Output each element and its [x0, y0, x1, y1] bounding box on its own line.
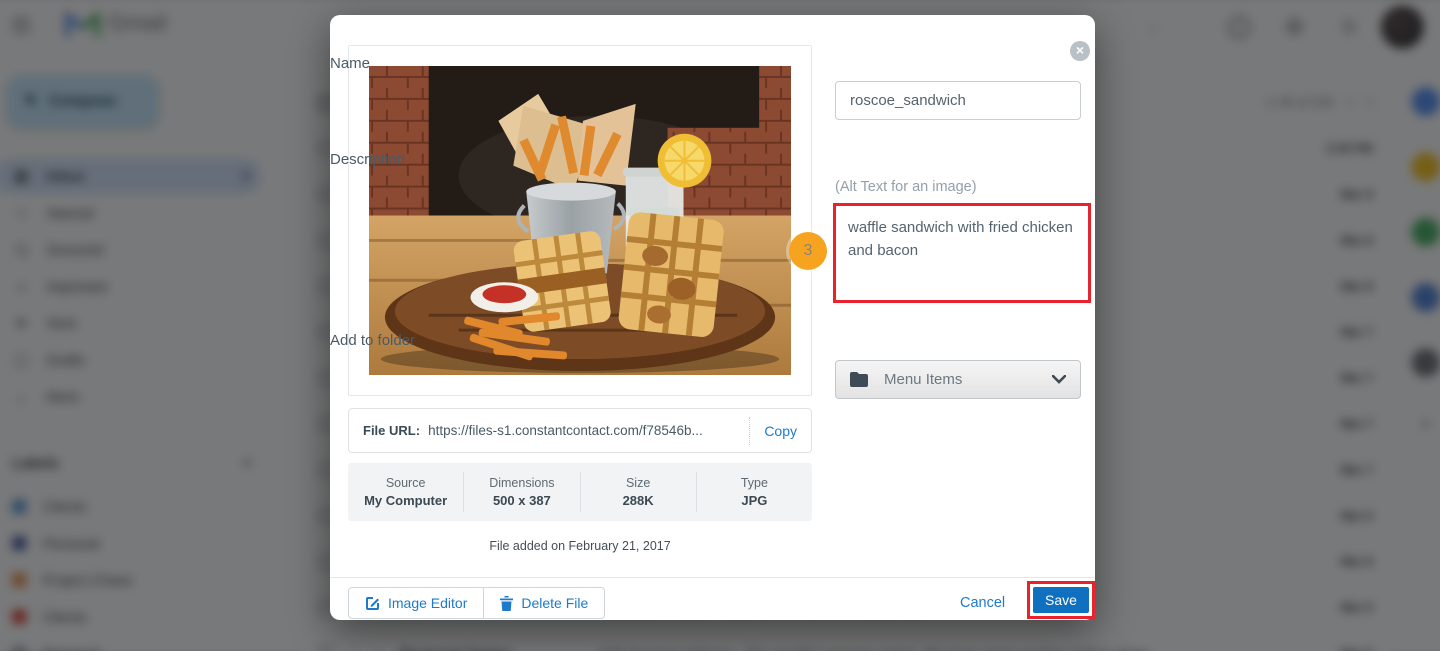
description-textarea[interactable]: waffle sandwich with fried chicken and b… — [836, 206, 1088, 300]
folder-selected-value: Menu Items — [884, 371, 1036, 388]
cancel-button[interactable]: Cancel — [960, 587, 1005, 619]
folder-label: Add to folder — [330, 332, 415, 349]
file-action-buttons: Image Editor Delete File — [348, 587, 605, 619]
description-label: Description — [330, 151, 405, 168]
copy-url-button[interactable]: Copy — [749, 417, 811, 445]
file-added-date: File added on February 21, 2017 — [348, 539, 812, 553]
file-url-value: https://files-s1.constantcontact.com/f78… — [428, 423, 749, 438]
file-preview-panel — [348, 45, 812, 396]
meta-size: Size 288K — [580, 472, 696, 512]
file-preview-photo — [369, 66, 791, 375]
edit-icon — [365, 596, 380, 611]
trash-icon — [500, 596, 513, 611]
annotation-highlight-save: Save — [1027, 581, 1095, 619]
footer-divider — [330, 577, 1095, 578]
save-button[interactable]: Save — [1033, 587, 1089, 613]
screen: Gmail ⌄ ? ⚙ ✎ Compose ▤ Inbox 2 — [0, 0, 1440, 651]
meta-dimensions: Dimensions 500 x 387 — [463, 472, 579, 512]
file-metadata: Source My Computer Dimensions 500 x 387 … — [348, 463, 812, 521]
folder-dropdown[interactable]: Menu Items — [835, 360, 1081, 399]
name-input[interactable] — [835, 81, 1081, 120]
meta-type: Type JPG — [696, 472, 812, 512]
close-icon[interactable]: × — [1070, 41, 1090, 61]
delete-file-button[interactable]: Delete File — [483, 588, 604, 618]
image-editor-button[interactable]: Image Editor — [349, 588, 483, 618]
annotation-highlight-description: waffle sandwich with fried chicken and b… — [833, 203, 1091, 303]
folder-icon — [850, 372, 868, 387]
file-url-box: File URL: https://files-s1.constantconta… — [348, 408, 812, 453]
meta-source: Source My Computer — [348, 472, 463, 512]
chevron-down-icon — [1052, 375, 1066, 384]
file-url-label: File URL: — [363, 423, 420, 438]
file-details-modal: × — [330, 15, 1095, 620]
description-sublabel: (Alt Text for an image) — [835, 179, 977, 195]
step-number-badge: 3 — [789, 232, 827, 270]
name-label: Name — [330, 55, 370, 72]
